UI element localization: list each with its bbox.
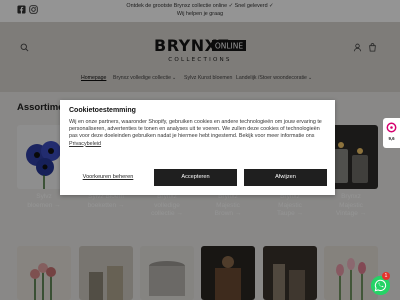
cookie-body-text: Wij en onze partners, waaronder Shopify,… <box>69 119 322 140</box>
manage-preferences-button[interactable]: Voorkeuren beheren <box>69 169 147 186</box>
cookie-consent-dialog: Cookietoestemming Wij en onze partners, … <box>60 100 335 195</box>
rating-badge[interactable]: 9,6 <box>383 118 400 148</box>
cookie-body: Wij en onze partners, waaronder Shopify,… <box>69 119 327 148</box>
decline-button[interactable]: Afwijzen <box>244 169 327 186</box>
notification-badge: 1 <box>382 272 390 280</box>
rating-ring-icon <box>386 122 397 133</box>
accept-button[interactable]: Accepteren <box>154 169 237 186</box>
rating-score: 9,6 <box>388 136 395 141</box>
privacy-policy-link[interactable]: Privacybeleid <box>69 141 101 147</box>
manage-preferences-label: Voorkeuren beheren <box>82 174 134 180</box>
cookie-title: Cookietoestemming <box>69 107 136 114</box>
